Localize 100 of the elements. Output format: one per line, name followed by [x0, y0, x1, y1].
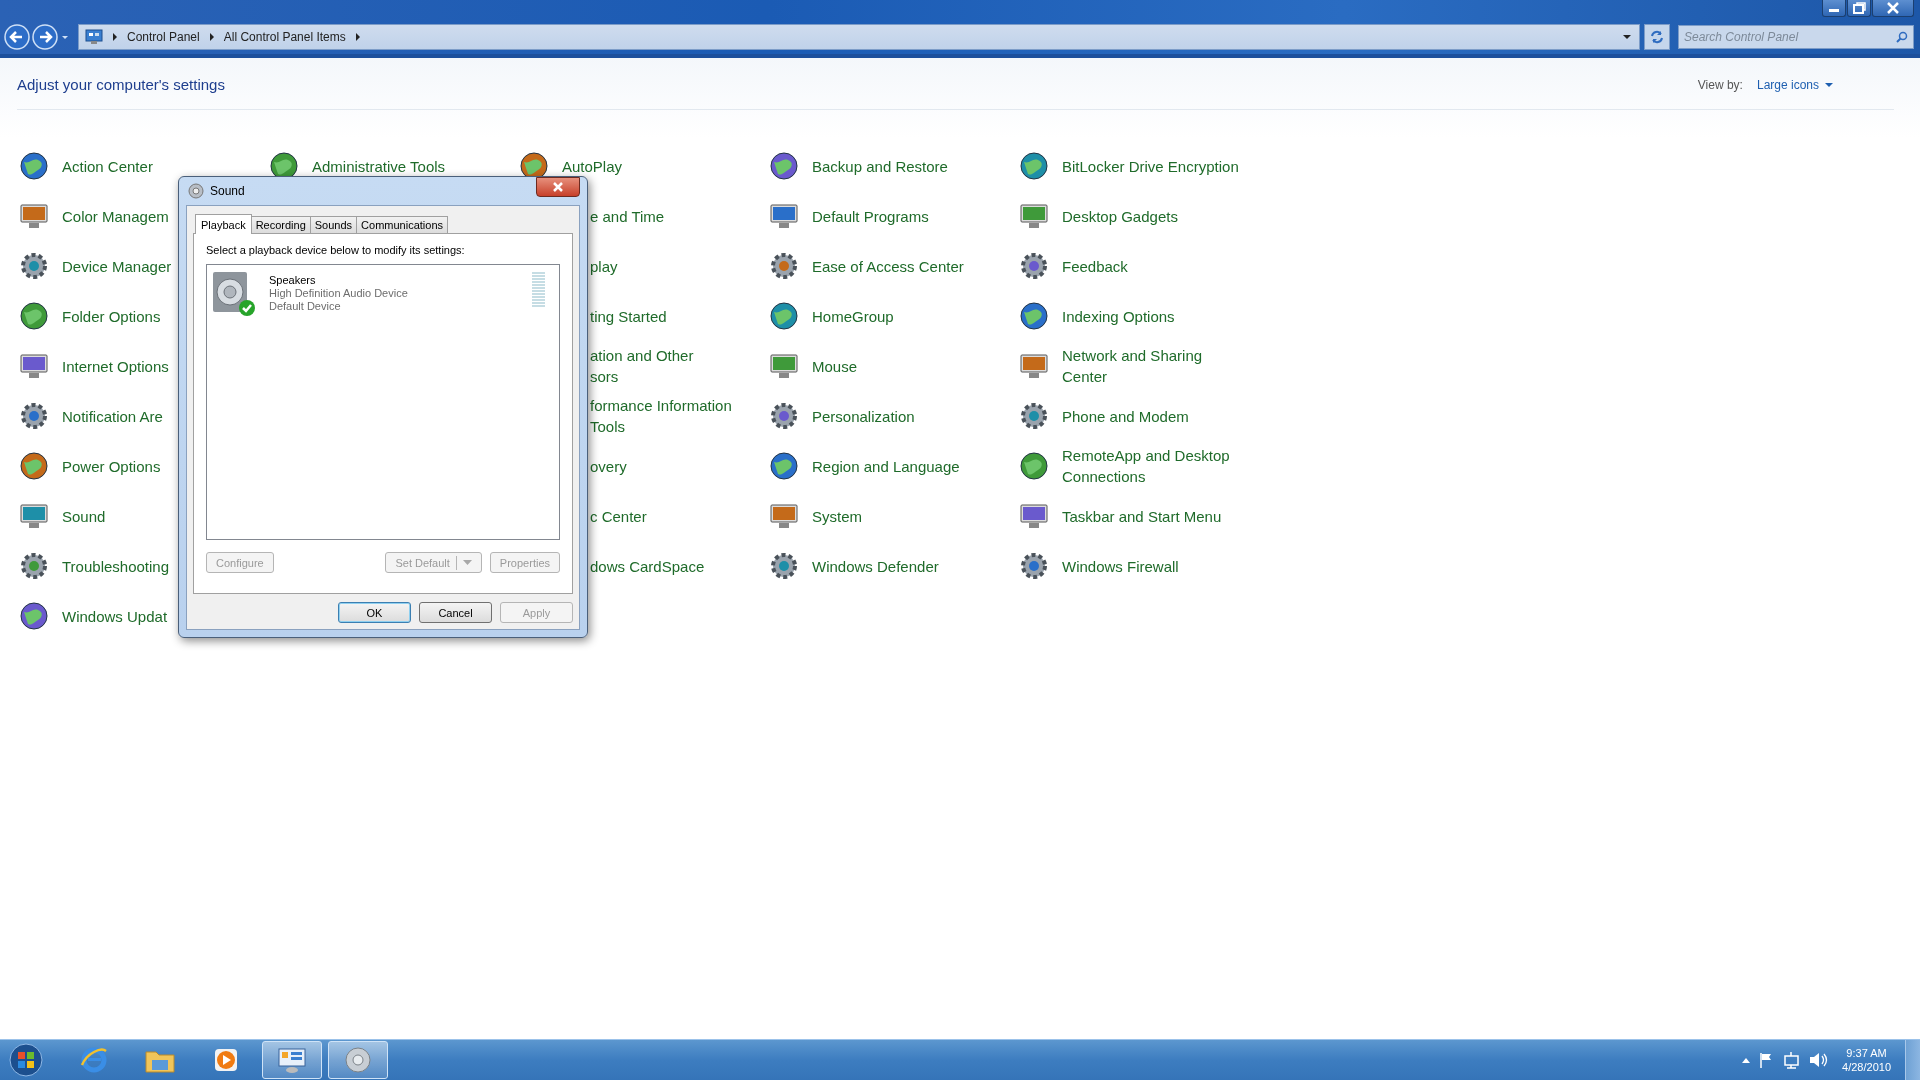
- forward-icon[interactable]: [32, 24, 58, 50]
- view-by-label: View by:: [1697, 77, 1743, 92]
- control-panel-link[interactable]: Power Options: [62, 455, 161, 477]
- control-panel-link[interactable]: Internet Options: [62, 355, 169, 377]
- control-panel-link[interactable]: overy: [590, 455, 627, 477]
- dropdown-icon[interactable]: [1621, 32, 1633, 42]
- control-panel-link[interactable]: Default Programs: [812, 205, 929, 227]
- globe-icon[interactable]: [768, 150, 800, 182]
- chevron-icon: [111, 32, 119, 42]
- control-panel-link[interactable]: Color Managem: [62, 205, 169, 227]
- control-panel-link[interactable]: Folder Options: [62, 305, 161, 327]
- refresh-button[interactable]: [1644, 24, 1670, 50]
- gear-icon[interactable]: [1018, 250, 1050, 282]
- control-panel-link[interactable]: System: [812, 505, 862, 527]
- control-panel-link[interactable]: Indexing Options: [1062, 305, 1175, 327]
- control-panel-link[interactable]: Backup and Restore: [812, 155, 948, 177]
- globe-icon[interactable]: [18, 300, 50, 332]
- tab[interactable]: Communications: [356, 216, 448, 233]
- instruction-text: Select a playback device below to modify its settings:: [206, 244, 466, 256]
- breadcrumb-item[interactable]: Control Panel: [127, 30, 200, 44]
- device-list[interactable]: Speakers High Definition Audio Device Default Device: [206, 264, 560, 540]
- gear-icon[interactable]: [1018, 400, 1050, 432]
- control-panel-link[interactable]: Administrative Tools: [312, 155, 446, 177]
- control-panel-link[interactable]: c Center: [590, 505, 647, 527]
- close-icon[interactable]: [1872, 0, 1914, 17]
- gear-icon[interactable]: [18, 400, 50, 432]
- control-panel-link[interactable]: Action Center: [62, 155, 153, 177]
- search-icon: [1896, 31, 1908, 43]
- device-description: High Definition Audio Device: [269, 287, 408, 300]
- control-panel-link[interactable]: Phone and Modem: [1062, 405, 1189, 427]
- back-icon[interactable]: [4, 24, 30, 50]
- tab[interactable]: Playback: [195, 214, 252, 234]
- control-panel-link[interactable]: RemoteApp and Desktop Connections: [1062, 445, 1230, 487]
- control-panel-link[interactable]: Desktop Gadgets: [1062, 205, 1178, 227]
- chevron-icon: [353, 32, 362, 42]
- gear-icon[interactable]: [1018, 550, 1050, 582]
- control-panel-link[interactable]: Windows Firewall: [1062, 555, 1179, 577]
- control-panel-link[interactable]: formance Information Tools: [590, 395, 732, 437]
- control-panel-icon: [85, 29, 103, 45]
- control-panel-link[interactable]: Taskbar and Start Menu: [1062, 505, 1222, 527]
- control-panel-link[interactable]: ation and Other sors: [590, 345, 694, 387]
- control-panel-link[interactable]: HomeGroup: [812, 305, 894, 327]
- dialog-title: Sound: [210, 184, 245, 198]
- gear-icon[interactable]: [18, 550, 50, 582]
- restore-icon[interactable]: [1847, 0, 1871, 17]
- taskbar-button[interactable]: [262, 1041, 322, 1079]
- breadcrumb-item[interactable]: All Control Panel Items: [223, 30, 346, 44]
- level-meter-icon: [532, 272, 545, 307]
- device-status: Default Device: [269, 300, 342, 313]
- control-panel-link[interactable]: Sound: [62, 505, 106, 527]
- control-panel-link[interactable]: Mouse: [812, 355, 858, 377]
- control-panel-link[interactable]: Notification Are: [62, 405, 163, 427]
- control-panel-link[interactable]: BitLocker Drive Encryption: [1062, 155, 1239, 177]
- view-by-link[interactable]: Large icons: [1756, 77, 1834, 92]
- address-bar[interactable]: Control Panel All Control Panel Items: [78, 24, 1640, 50]
- control-panel-link[interactable]: Windows Defender: [812, 555, 939, 577]
- clock-time: 9:37 AM: [1846, 1046, 1887, 1060]
- close-icon: [551, 181, 565, 193]
- refresh-icon: [1650, 30, 1664, 44]
- control-panel-link[interactable]: Feedback: [1062, 255, 1128, 277]
- control-panel-link[interactable]: e and Time: [590, 205, 665, 227]
- globe-icon[interactable]: [1018, 450, 1050, 482]
- taskbar-button[interactable]: [328, 1041, 388, 1079]
- dialog-button[interactable]: OK: [338, 602, 411, 623]
- caret-icon: [1824, 80, 1834, 89]
- page-heading: Adjust your computer's settings: [17, 76, 225, 93]
- globe-icon[interactable]: [768, 450, 800, 482]
- gear-icon[interactable]: [18, 250, 50, 282]
- control-panel-link[interactable]: Troubleshooting: [62, 555, 169, 577]
- start-button[interactable]: [8, 1042, 44, 1078]
- control-panel-link[interactable]: ting Started: [590, 305, 667, 327]
- search-field[interactable]: Search Control Panel: [1678, 25, 1914, 49]
- close-button[interactable]: [536, 177, 580, 197]
- control-panel-link[interactable]: Personalization: [812, 405, 915, 427]
- gear-icon[interactable]: [768, 400, 800, 432]
- gear-icon[interactable]: [768, 250, 800, 282]
- speaker-icon: [343, 1045, 373, 1075]
- gear-icon[interactable]: [768, 550, 800, 582]
- dialog-button[interactable]: Cancel: [419, 602, 492, 623]
- control-panel-link[interactable]: Region and Language: [812, 455, 960, 477]
- volume-icon[interactable]: [1808, 1051, 1829, 1069]
- control-panel-link[interactable]: dows CardSpace: [590, 555, 705, 577]
- caret-icon: [462, 559, 472, 566]
- globe-icon[interactable]: [1018, 150, 1050, 182]
- control-panel-link[interactable]: Ease of Access Center: [812, 255, 964, 277]
- chevron-icon: [207, 32, 216, 42]
- control-panel-link[interactable]: AutoPlay: [562, 155, 623, 177]
- tab[interactable]: Sounds: [309, 216, 358, 233]
- globe-icon[interactable]: [18, 450, 50, 482]
- control-panel-link[interactable]: play: [590, 255, 618, 277]
- globe-icon[interactable]: [18, 150, 50, 182]
- globe-icon[interactable]: [768, 300, 800, 332]
- tab[interactable]: Recording: [250, 216, 311, 233]
- control-panel-link[interactable]: Network and Sharing Center: [1062, 345, 1203, 387]
- control-panel-link[interactable]: Windows Updat: [62, 605, 168, 627]
- control-panel-link[interactable]: Device Manager: [62, 255, 172, 277]
- clock-date: 4/28/2010: [1842, 1060, 1891, 1074]
- globe-icon[interactable]: [18, 600, 50, 632]
- minimize-icon[interactable]: [1822, 0, 1846, 17]
- globe-icon[interactable]: [1018, 300, 1050, 332]
